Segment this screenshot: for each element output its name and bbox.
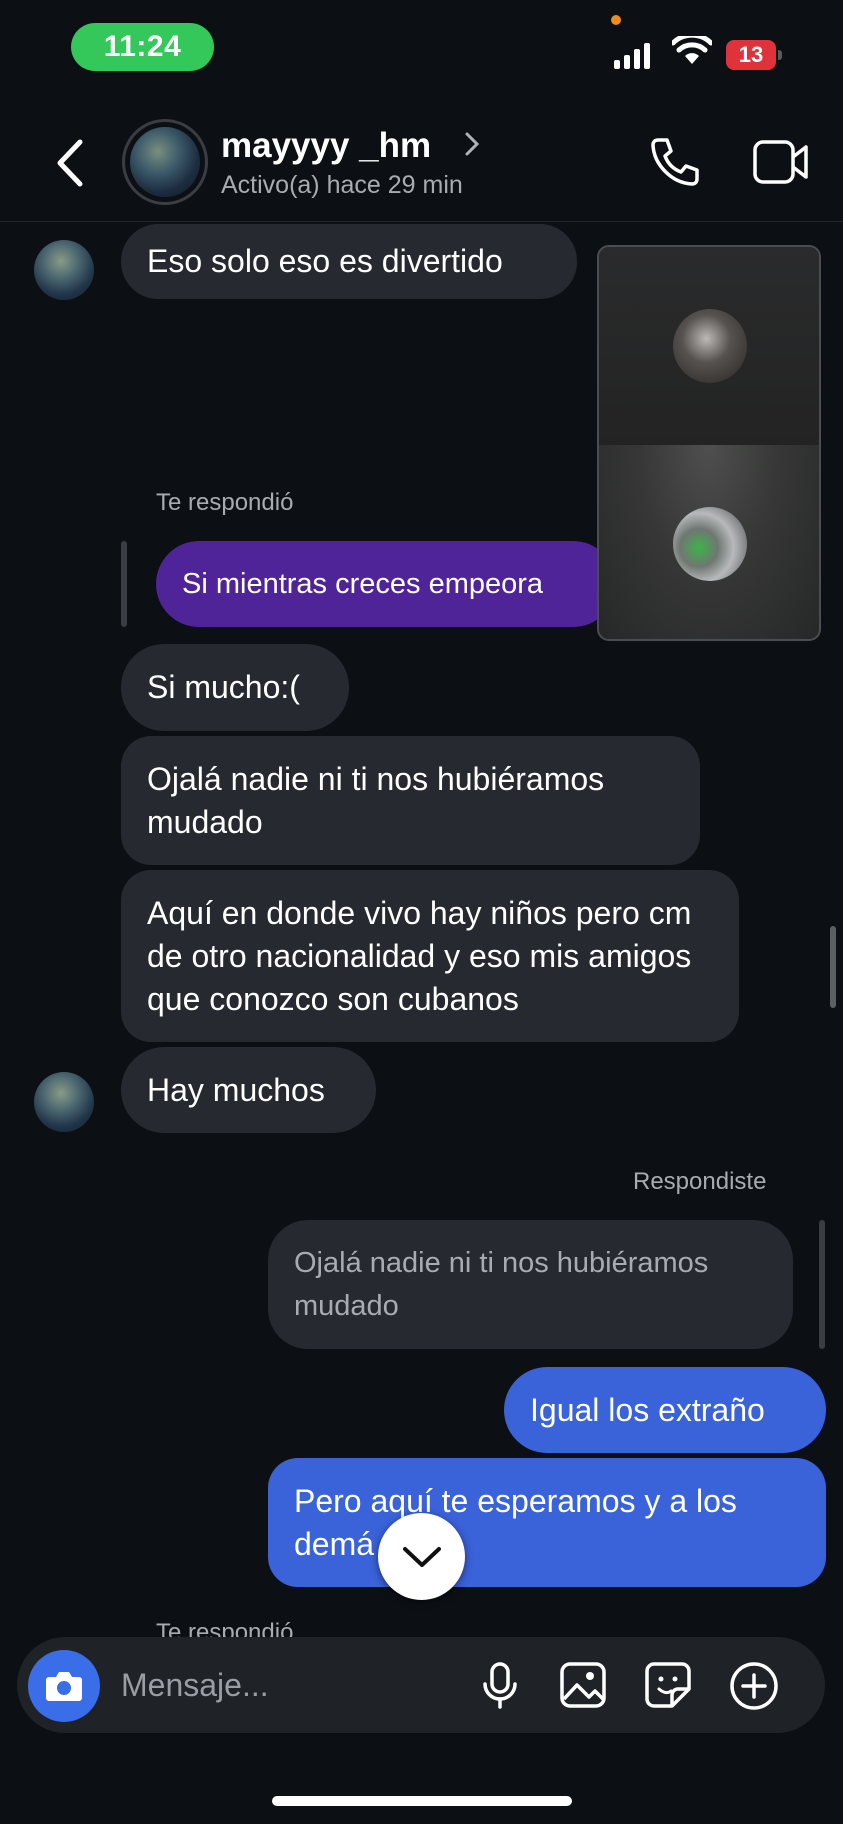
- message-incoming[interactable]: Aquí en donde vivo hay niños pero cm de …: [121, 870, 739, 1042]
- phone-icon[interactable]: [648, 135, 702, 189]
- reply-label: Te respondió: [156, 1619, 294, 1638]
- message-outgoing[interactable]: Pero aquí te esperamos y a los demá: [268, 1458, 826, 1587]
- camera-button[interactable]: [28, 1650, 100, 1722]
- video-participant-tile: [599, 445, 819, 639]
- sender-avatar[interactable]: [34, 240, 94, 300]
- message-outgoing[interactable]: Igual los extraño: [504, 1367, 826, 1453]
- message-composer: [17, 1637, 825, 1733]
- reply-label: Te respondió: [156, 489, 294, 516]
- sticker-icon[interactable]: [644, 1661, 692, 1709]
- message-input[interactable]: [121, 1655, 461, 1715]
- participant-avatar: [673, 309, 747, 383]
- home-indicator: [272, 1796, 572, 1806]
- sender-avatar[interactable]: [34, 1072, 94, 1132]
- image-icon[interactable]: [559, 1661, 607, 1709]
- header-avatar[interactable]: [122, 119, 208, 205]
- wifi-icon: [672, 36, 712, 64]
- camera-icon: [46, 1672, 82, 1701]
- back-icon[interactable]: [50, 138, 90, 188]
- scroll-to-bottom-button[interactable]: [378, 1513, 465, 1600]
- plus-icon[interactable]: [729, 1661, 779, 1711]
- status-time: 11:24: [71, 23, 214, 71]
- message-incoming[interactable]: Si mucho:(: [121, 644, 349, 731]
- video-call-pip[interactable]: [597, 245, 821, 641]
- chevron-right-icon[interactable]: [462, 130, 482, 158]
- video-camera-icon[interactable]: [752, 138, 810, 186]
- battery-icon: 13: [726, 40, 782, 70]
- privacy-indicator-dot: [611, 15, 621, 25]
- replied-message[interactable]: Si mientras creces empeora: [156, 541, 616, 627]
- participant-avatar: [673, 507, 747, 581]
- quoted-message[interactable]: Ojalá nadie ni ti nos hubiéramos mudado: [268, 1220, 793, 1349]
- reply-quote-bar: [121, 541, 127, 627]
- video-participant-tile: [599, 247, 819, 445]
- battery-level: 13: [726, 40, 776, 70]
- chevron-down-icon: [402, 1546, 441, 1567]
- signal-icon: [614, 41, 650, 69]
- header-username[interactable]: mayyyy _hm: [221, 126, 431, 166]
- header-divider: [0, 221, 843, 222]
- reply-quote-bar: [819, 1220, 825, 1349]
- header-activity-status: Activo(a) hace 29 min: [221, 171, 463, 199]
- message-incoming[interactable]: Eso solo eso es divertido: [121, 224, 577, 299]
- message-incoming[interactable]: Hay muchos: [121, 1047, 376, 1133]
- message-incoming[interactable]: Ojalá nadie ni ti nos hubiéramos mudado: [121, 736, 700, 865]
- scrollbar[interactable]: [830, 926, 836, 1008]
- microphone-icon[interactable]: [480, 1661, 520, 1711]
- reply-label: Respondiste: [633, 1168, 767, 1195]
